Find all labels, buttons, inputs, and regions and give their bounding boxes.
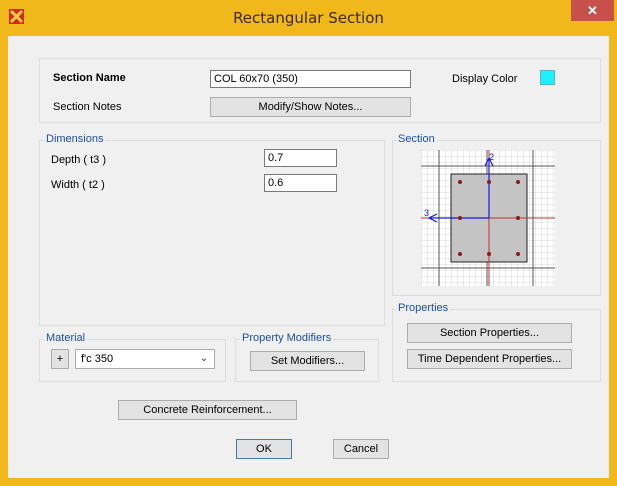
- modify-notes-button[interactable]: Modify/Show Notes...: [210, 97, 411, 117]
- material-group-label: Material: [44, 332, 88, 344]
- dimensions-group: [39, 140, 385, 326]
- dialog-window: Rectangular Section ✕ Section Name Displ…: [0, 0, 617, 486]
- set-modifiers-button[interactable]: Set Modifiers...: [250, 351, 365, 371]
- close-icon: ✕: [587, 3, 598, 18]
- dimensions-group-label: Dimensions: [44, 133, 106, 145]
- display-color-swatch[interactable]: [540, 70, 555, 85]
- add-material-button[interactable]: +: [51, 349, 69, 369]
- axis-3-label: 3: [424, 208, 429, 218]
- time-dependent-properties-button[interactable]: Time Dependent Properties...: [407, 349, 572, 369]
- window-title: Rectangular Section: [233, 9, 384, 27]
- chevron-down-icon: ⌄: [199, 353, 208, 364]
- close-button[interactable]: ✕: [571, 0, 614, 21]
- section-properties-button[interactable]: Section Properties...: [407, 323, 572, 343]
- dialog-body: Section Name Display Color Section Notes…: [8, 36, 609, 478]
- cancel-button[interactable]: Cancel: [333, 439, 389, 459]
- section-name-input[interactable]: [210, 70, 411, 88]
- depth-input[interactable]: [264, 149, 337, 167]
- material-select[interactable]: f'c 350 ⌄: [75, 349, 215, 369]
- section-preview-group-label: Section: [396, 133, 437, 145]
- material-select-value: f'c 350: [81, 353, 114, 365]
- depth-label: Depth ( t3 ): [51, 154, 107, 166]
- concrete-reinforcement-button[interactable]: Concrete Reinforcement...: [118, 400, 297, 420]
- width-input[interactable]: [264, 174, 337, 192]
- properties-group-label: Properties: [396, 302, 451, 314]
- display-color-label: Display Color: [452, 73, 518, 85]
- width-label: Width ( t2 ): [51, 179, 105, 191]
- title-bar[interactable]: Rectangular Section ✕: [0, 0, 617, 36]
- section-notes-label: Section Notes: [53, 101, 122, 113]
- section-preview-canvas: 2 3: [421, 150, 555, 286]
- ok-button[interactable]: OK: [236, 439, 292, 459]
- properties-group: [392, 309, 601, 382]
- property-modifiers-group-label: Property Modifiers: [240, 332, 334, 344]
- axis-2-label: 2: [489, 152, 494, 162]
- section-name-label: Section Name: [53, 72, 126, 84]
